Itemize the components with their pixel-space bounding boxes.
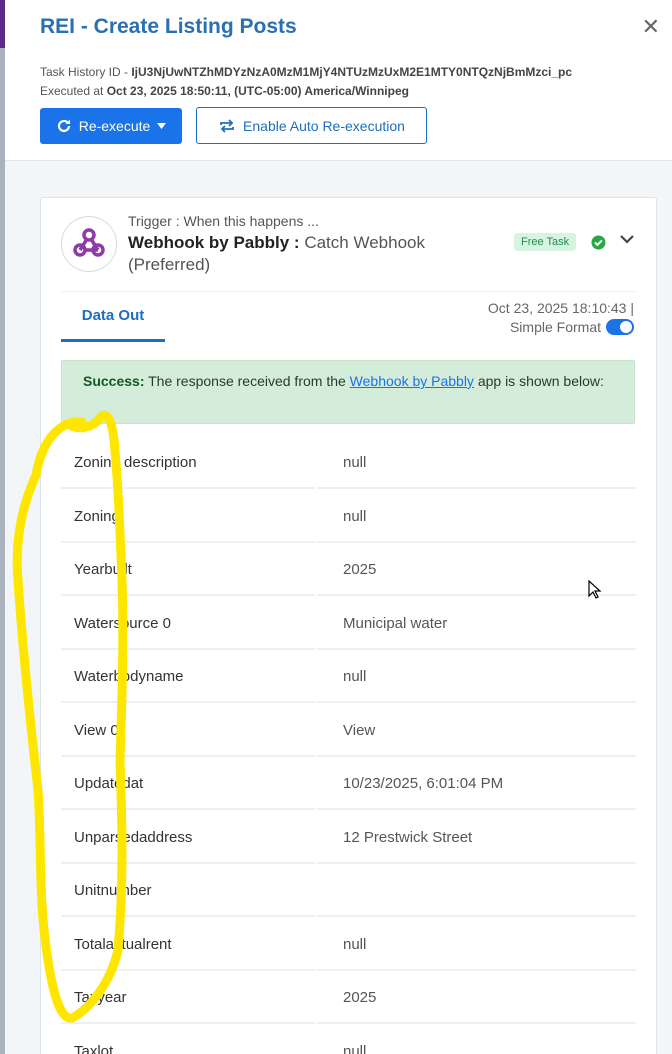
row-key: View 0: [61, 706, 315, 757]
repeat-icon: [220, 118, 234, 133]
table-row: Totalactualrent null: [61, 920, 636, 974]
row-value: null: [317, 1027, 636, 1054]
table-row: Updatedat 10/23/2025, 6:01:04 PM: [61, 759, 636, 813]
executed-value: Oct 23, 2025 18:50:11, (UTC-05:00) Ameri…: [106, 84, 409, 98]
row-value: null: [317, 920, 636, 971]
tab-row: Data Out Oct 23, 2025 18:10:43 | Simple …: [61, 291, 636, 344]
alert-text-end: app is shown below:: [473, 373, 604, 389]
tab-data-out[interactable]: Data Out: [61, 292, 165, 342]
row-key: Updatedat: [61, 759, 315, 810]
page-title: REI - Create Listing Posts: [40, 15, 297, 38]
simple-format-label: Simple Format: [509, 319, 601, 335]
task-history-label: Task History ID -: [40, 65, 132, 79]
mouse-cursor-icon: [588, 580, 602, 599]
close-icon[interactable]: ✕: [642, 14, 660, 40]
enable-auto-reexecution-button[interactable]: Enable Auto Re-execution: [196, 107, 427, 144]
row-value: Municipal water: [317, 599, 636, 650]
redo-icon: [57, 119, 70, 133]
re-execute-label: Re-execute: [78, 118, 151, 134]
enable-auto-reexecution-label: Enable Auto Re-execution: [243, 117, 405, 134]
row-key: Watersource 0: [61, 599, 315, 650]
row-value: 2025: [317, 973, 636, 1024]
row-key: Taxlot: [61, 1027, 315, 1054]
executed-at: Executed at Oct 23, 2025 18:50:11, (UTC-…: [40, 84, 409, 98]
app-name: Webhook by Pabbly :: [128, 233, 305, 252]
table-row: Unitnumber: [61, 866, 636, 920]
panel-header: REI - Create Listing Posts ✕ Task Histor…: [5, 0, 672, 161]
trigger-label: Trigger : When this happens ...: [128, 213, 319, 229]
table-row: Zoning description null: [61, 438, 636, 492]
task-history-value: IjU3NjUwNTZhMDYzNzA0MzM1MjY4NTUzMzUxM2E1…: [131, 65, 573, 79]
executed-label: Executed at: [40, 84, 107, 98]
row-value: 10/23/2025, 6:01:04 PM: [317, 759, 636, 810]
free-task-badge: Free Task: [514, 233, 577, 251]
step-title: Webhook by Pabbly : Catch Webhook (Prefe…: [128, 232, 488, 276]
table-row: View 0 View: [61, 706, 636, 760]
table-row: Zoning null: [61, 492, 636, 546]
row-key: Waterbodyname: [61, 652, 315, 703]
row-key: Unitnumber: [61, 866, 315, 917]
row-value: null: [317, 492, 636, 543]
simple-format-toggle[interactable]: [606, 319, 634, 335]
alert-text: The response received from the: [144, 373, 350, 389]
row-key: Totalactualrent: [61, 920, 315, 971]
row-key: Unparsedaddress: [61, 813, 315, 864]
table-row: Waterbodyname null: [61, 652, 636, 706]
alert-prefix: Success:: [83, 373, 145, 389]
row-value: [317, 866, 636, 917]
data-table: Zoning description null Zoning null Yearbuil…: [61, 438, 636, 1054]
table-row: Taxlot null: [61, 1027, 636, 1054]
row-value: 12 Prestwick Street: [317, 813, 636, 864]
table-row: Watersource 0 Municipal water: [61, 599, 636, 653]
check-circle-icon: [591, 235, 606, 250]
row-key: Yearbuilt: [61, 545, 315, 596]
row-value: null: [317, 652, 636, 703]
row-key: Zoning description: [61, 438, 315, 489]
table-row: Unparsedaddress 12 Prestwick Street: [61, 813, 636, 867]
webhook-app-icon: [61, 216, 117, 272]
row-key: Zoning: [61, 492, 315, 543]
caret-down-icon: [157, 123, 167, 129]
row-key: Taxyear: [61, 973, 315, 1024]
table-row: Taxyear 2025: [61, 973, 636, 1027]
table-row: Yearbuilt 2025: [61, 545, 636, 599]
task-history-panel: REI - Create Listing Posts ✕ Task Histor…: [5, 0, 672, 1054]
execution-timestamp: Oct 23, 2025 18:10:43 |: [487, 300, 634, 316]
task-history-id: Task History ID - IjU3NjUwNTZhMDYzNzA0Mz…: [40, 65, 572, 79]
row-value: View: [317, 706, 636, 757]
webhook-app-link[interactable]: Webhook by Pabbly: [350, 373, 474, 389]
chevron-down-icon[interactable]: [619, 232, 635, 246]
success-alert: Success: The response received from the …: [61, 360, 635, 424]
re-execute-button[interactable]: Re-execute: [40, 108, 182, 144]
row-value: null: [317, 438, 636, 489]
trigger-step-card: Trigger : When this happens ... Webhook …: [40, 197, 657, 1054]
